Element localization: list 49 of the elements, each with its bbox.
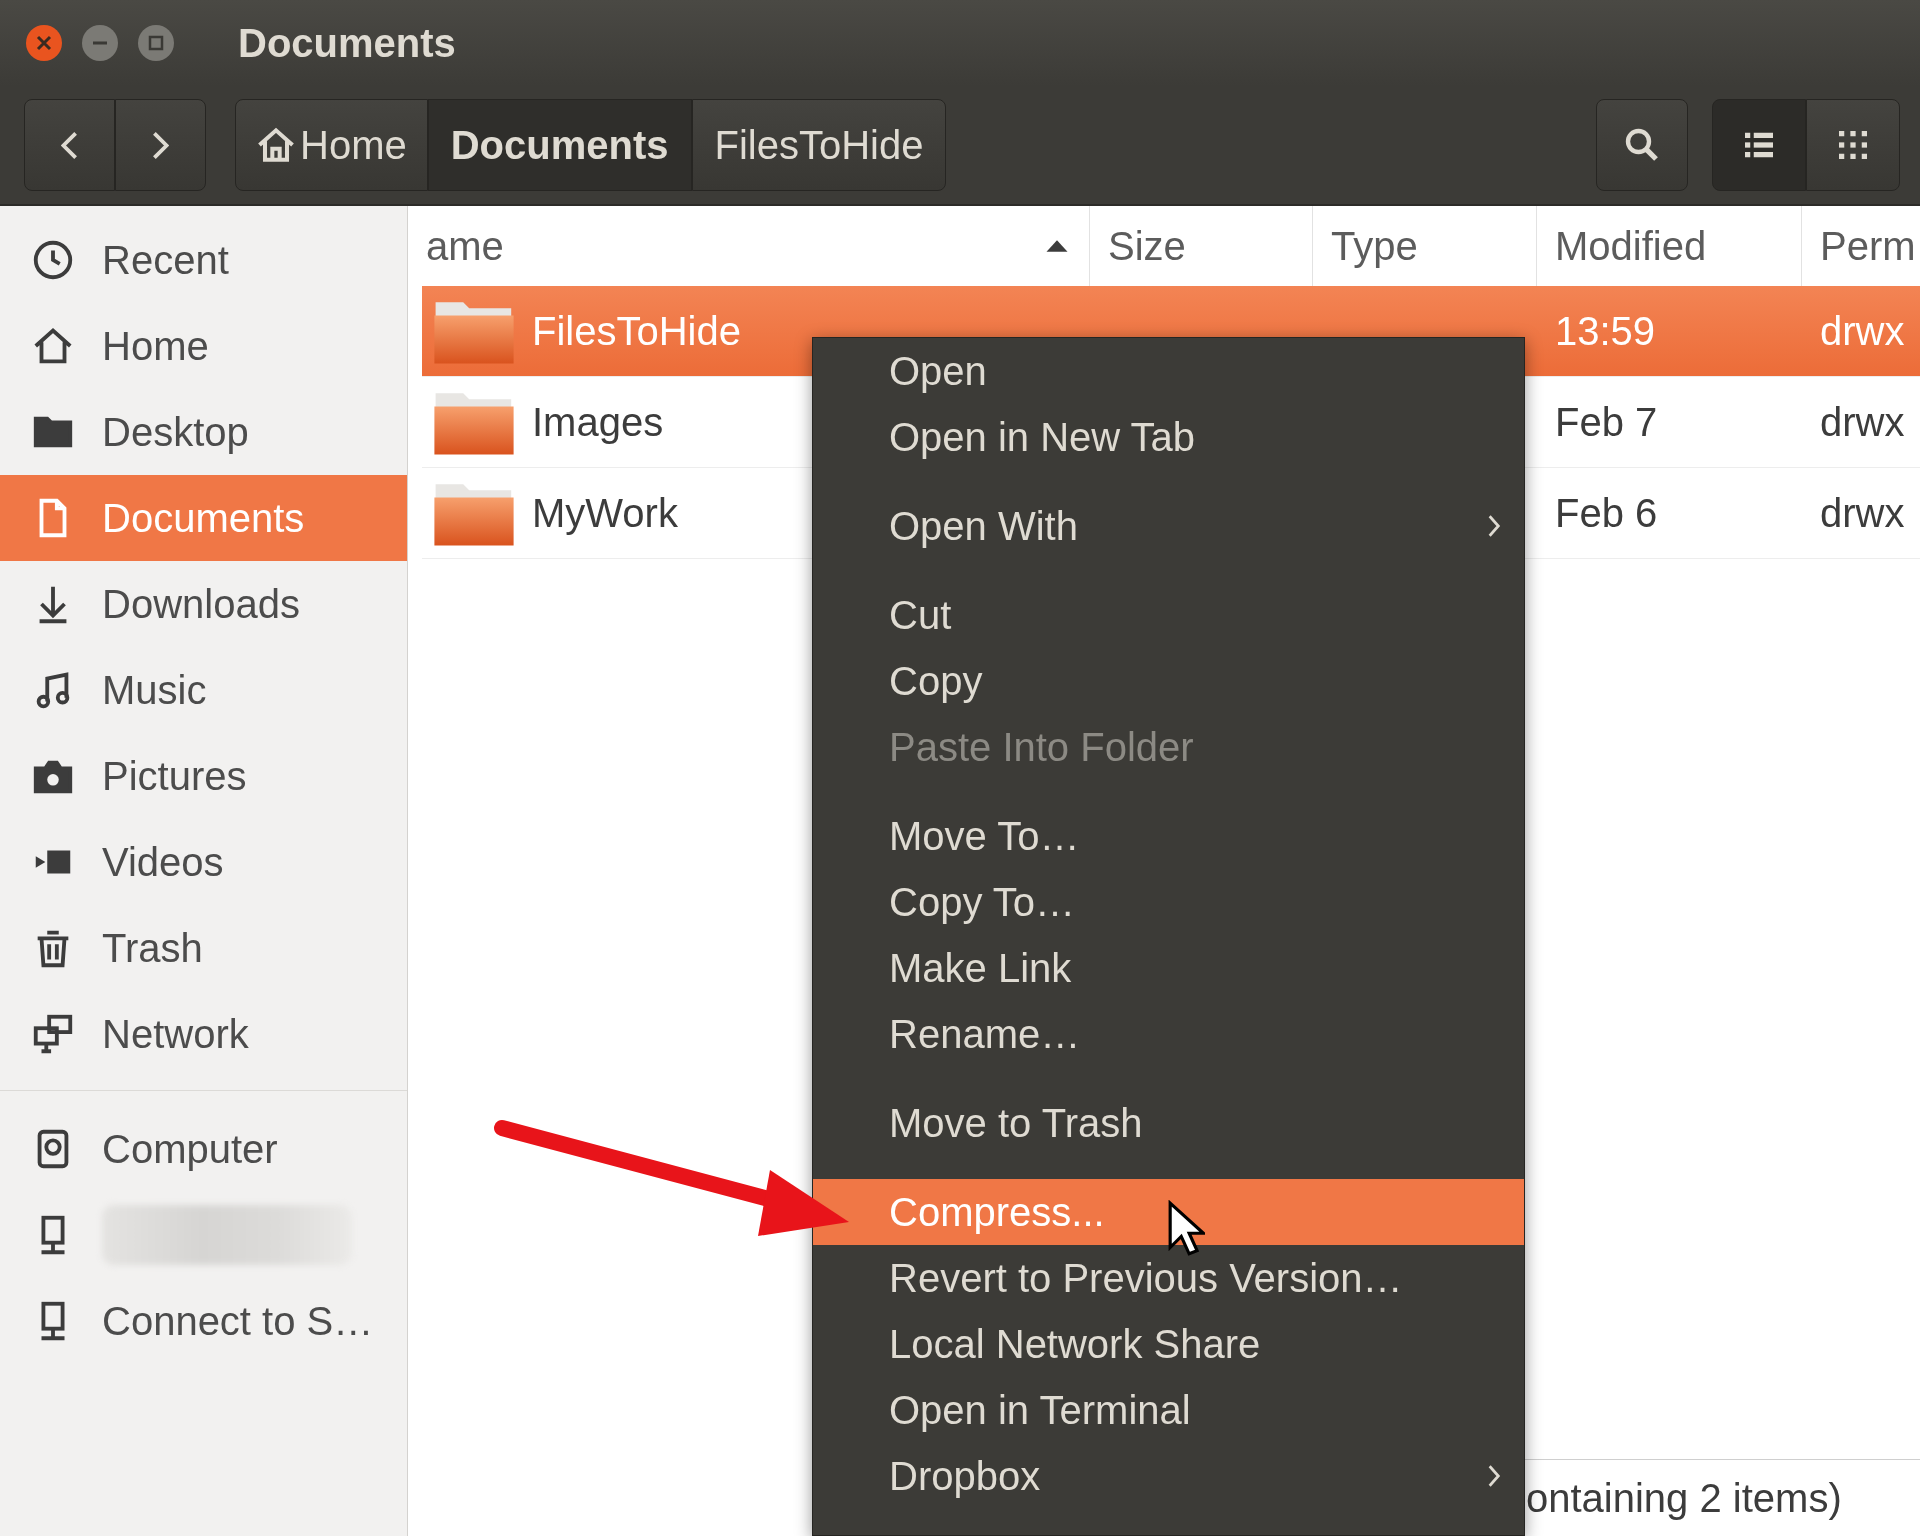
menu-item[interactable]: Copy	[813, 648, 1524, 714]
maximize-icon[interactable]	[136, 23, 176, 63]
menu-item[interactable]: Dropbox	[813, 1443, 1524, 1509]
menu-item[interactable]: Revert to Previous Version…	[813, 1245, 1524, 1311]
menu-item[interactable]: Move To…	[813, 803, 1524, 869]
permissions: drwx	[1820, 490, 1905, 535]
menu-item[interactable]: Open in New Tab	[813, 404, 1524, 470]
chevron-left-icon	[61, 130, 78, 160]
sidebar-item[interactable]: Music	[0, 647, 407, 733]
menu-item[interactable]: Open in Terminal	[813, 1377, 1524, 1443]
modified-date: Feb 6	[1555, 490, 1658, 535]
breadcrumb-button[interactable]: Documents	[427, 99, 692, 191]
permissions: drwx	[1820, 399, 1905, 444]
sidebar-item[interactable]: Videos	[0, 819, 407, 905]
close-icon[interactable]	[24, 23, 64, 63]
status-text: ontaining 2 items)	[1526, 1475, 1842, 1521]
file-name: FilesToHide	[532, 308, 741, 354]
breadcrumb-button[interactable]: Home	[235, 99, 428, 191]
file-name: Images	[532, 399, 664, 445]
mouse-pointer-icon	[1167, 1200, 1205, 1257]
sidebar-item[interactable]: Computer	[0, 1106, 407, 1192]
permissions: drwx	[1820, 308, 1905, 353]
breadcrumb-button[interactable]: FilesToHide	[691, 99, 947, 191]
back-button[interactable]	[24, 99, 115, 191]
list-view-button[interactable]	[1712, 99, 1806, 191]
modified-date: 13:59	[1555, 308, 1656, 353]
file-name: MyWork	[532, 490, 678, 536]
sidebar-item[interactable]: Connect to S…	[0, 1278, 407, 1364]
forward-button[interactable]	[115, 99, 206, 191]
sidebar-item[interactable]: Recent	[0, 217, 407, 303]
search-button[interactable]	[1596, 99, 1688, 191]
menu-item[interactable]: Copy To…	[813, 869, 1524, 935]
menu-item[interactable]: Cut	[813, 582, 1524, 648]
sidebar-item[interactable]: Trash	[0, 905, 407, 991]
sidebar-item[interactable]: Downloads	[0, 561, 407, 647]
menu-item[interactable]: Make Link	[813, 935, 1524, 1001]
menu-item[interactable]: Local Network Share	[813, 1311, 1524, 1377]
sidebar-item[interactable]: Home	[0, 303, 407, 389]
menu-item[interactable]: Open With	[813, 493, 1524, 559]
menu-item[interactable]: Rename…	[813, 1001, 1524, 1067]
grid-view-button[interactable]	[1806, 99, 1900, 191]
sidebar-item[interactable]: Desktop	[0, 389, 407, 475]
sidebar-item[interactable]: Network	[0, 991, 407, 1077]
menu-item[interactable]: Move to Trash	[813, 1090, 1524, 1156]
sidebar-item[interactable]: Pictures	[0, 733, 407, 819]
modified-date: Feb 7	[1555, 399, 1658, 444]
minimize-icon[interactable]	[80, 23, 120, 63]
chevron-right-icon	[152, 130, 169, 160]
window-title: Documents	[238, 20, 456, 66]
